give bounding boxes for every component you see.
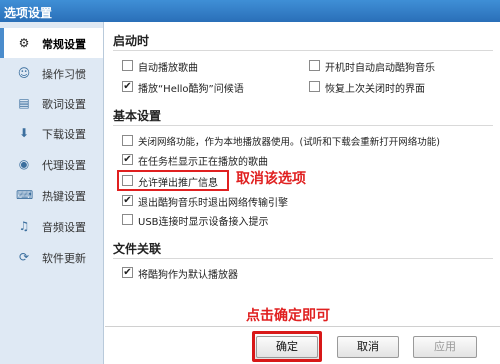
checkbox[interactable]: ✔ bbox=[122, 81, 133, 92]
checkbox[interactable]: ✔ bbox=[122, 154, 133, 165]
apply-button[interactable]: 应用 bbox=[413, 336, 477, 358]
option-label: 退出酷狗音乐时退出网络传输引擎 bbox=[138, 198, 288, 209]
person-icon: ☺ bbox=[17, 66, 31, 80]
sidebar-item-label: 操作习惯 bbox=[42, 68, 86, 81]
sidebar-item-download[interactable]: ⬇ 下载设置 bbox=[0, 118, 103, 148]
option-label: USB连接时显示设备接入提示 bbox=[138, 217, 269, 228]
checkbox[interactable] bbox=[122, 135, 133, 146]
update-icon: ⟳ bbox=[18, 250, 30, 264]
sidebar-item-update[interactable]: ⟳ 软件更新 bbox=[0, 242, 103, 272]
annotation-cancel-option: 取消该选项 bbox=[236, 171, 306, 187]
checkbox[interactable] bbox=[122, 214, 133, 225]
proxy-icon: ◉ bbox=[18, 157, 30, 171]
title-bar: 选项设置 bbox=[0, 0, 500, 22]
sidebar: ⚙ 常规设置 ☺ 操作习惯 ▤ 歌词设置 ⬇ 下载设置 ◉ 代理设置 ⌨ 热键设… bbox=[0, 22, 104, 364]
sidebar-item-proxy[interactable]: ◉ 代理设置 bbox=[0, 149, 103, 179]
option-label: 开机时自动启动酷狗音乐 bbox=[325, 63, 435, 74]
cancel-button[interactable]: 取消 bbox=[337, 336, 399, 358]
sidebar-item-hotkeys[interactable]: ⌨ 热键设置 bbox=[0, 180, 103, 210]
sidebar-item-label: 代理设置 bbox=[42, 159, 86, 172]
option-label: 在任务栏显示正在播放的歌曲 bbox=[138, 157, 268, 168]
highlight-box bbox=[117, 170, 229, 191]
option-label: 恢复上次关闭时的界面 bbox=[325, 84, 425, 95]
section-title-file-assoc: 文件关联 bbox=[113, 242, 162, 256]
option-label: 自动播放歌曲 bbox=[138, 63, 198, 74]
keyboard-icon: ⌨ bbox=[16, 188, 34, 202]
checkbox[interactable] bbox=[309, 81, 320, 92]
ok-button[interactable]: 确定 bbox=[256, 336, 318, 358]
sidebar-item-label: 下载设置 bbox=[42, 128, 86, 141]
checkbox[interactable] bbox=[122, 60, 133, 71]
option-label: 将酷狗作为默认播放器 bbox=[138, 270, 238, 281]
sidebar-item-label: 常规设置 bbox=[42, 38, 86, 51]
checkbox[interactable]: ✔ bbox=[122, 195, 133, 206]
section-title-basic: 基本设置 bbox=[113, 109, 162, 123]
sidebar-item-label: 歌词设置 bbox=[42, 98, 86, 111]
sidebar-item-audio[interactable]: ♫ 音频设置 bbox=[0, 211, 103, 241]
section-title-startup: 启动时 bbox=[113, 34, 150, 48]
lyrics-icon: ▤ bbox=[18, 96, 30, 110]
option-label: 播放“Hello酷狗”问候语 bbox=[138, 84, 244, 95]
annotation-click-ok: 点击确定即可 bbox=[246, 308, 330, 324]
window-title: 选项设置 bbox=[4, 6, 53, 20]
audio-icon: ♫ bbox=[18, 219, 30, 233]
download-icon: ⬇ bbox=[18, 126, 30, 140]
sidebar-item-label: 软件更新 bbox=[42, 252, 86, 265]
sidebar-item-general[interactable]: ⚙ 常规设置 bbox=[0, 28, 103, 58]
gear-icon: ⚙ bbox=[18, 36, 30, 50]
sidebar-item-label: 音频设置 bbox=[42, 221, 86, 234]
divider bbox=[113, 258, 493, 259]
sidebar-item-lyrics[interactable]: ▤ 歌词设置 bbox=[0, 88, 103, 118]
divider bbox=[113, 50, 493, 51]
sidebar-item-label: 热键设置 bbox=[42, 190, 86, 203]
divider bbox=[113, 125, 493, 126]
checkbox[interactable] bbox=[309, 60, 320, 71]
checkbox[interactable]: ✔ bbox=[122, 267, 133, 278]
sidebar-item-habits[interactable]: ☺ 操作习惯 bbox=[0, 58, 103, 88]
footer-divider bbox=[105, 326, 500, 327]
option-label: 关闭网络功能，作为本地播放器使用。(试听和下载会重新打开网络功能) bbox=[138, 137, 440, 148]
